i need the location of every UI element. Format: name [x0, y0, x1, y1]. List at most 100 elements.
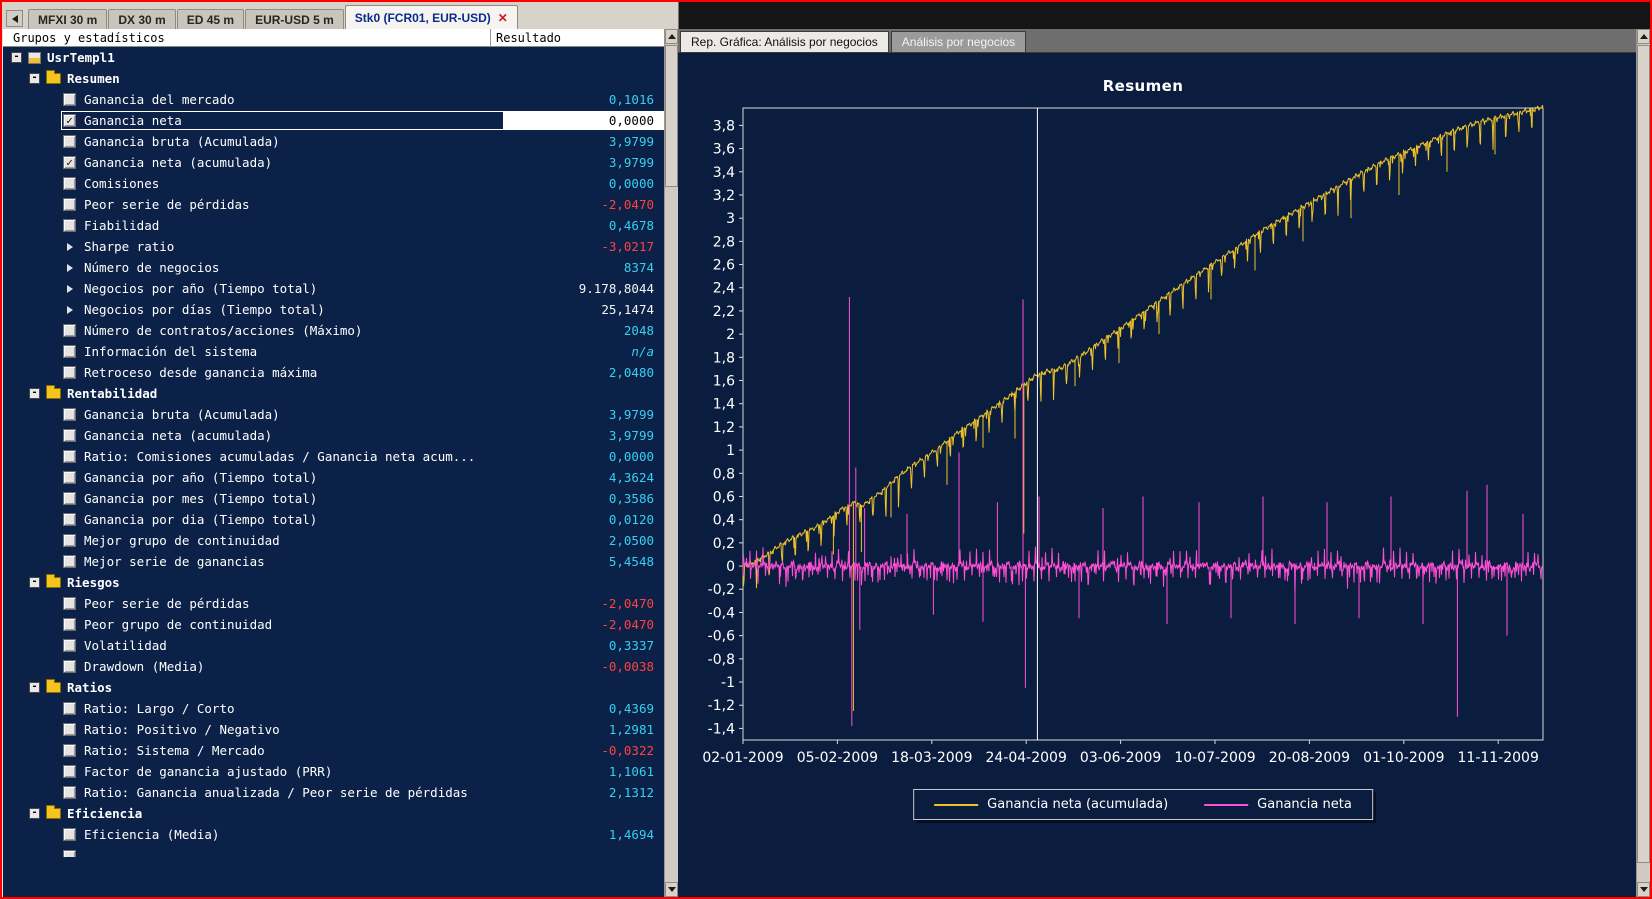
collapse-icon[interactable]: -	[29, 388, 40, 399]
stat-row-ratio-positivo-negativo[interactable]: Ratio: Positivo / Negativo1,2981	[3, 719, 664, 740]
scroll-down-button[interactable]	[1637, 882, 1650, 897]
stat-checkbox-checked[interactable]: ✓	[63, 156, 76, 169]
stat-row-partial[interactable]	[3, 845, 664, 857]
expand-arrow-icon[interactable]	[63, 264, 76, 272]
stat-checkbox[interactable]	[63, 765, 76, 778]
group-row-eficiencia[interactable]: -Eficiencia	[3, 803, 664, 824]
stat-row-n-mero-de-negocios[interactable]: Número de negocios8374	[3, 257, 664, 278]
stat-row-n-mero-de-contratos-acciones-m-ximo[interactable]: Número de contratos/acciones (Máximo)204…	[3, 320, 664, 341]
stat-row-ratio-sistema-mercado[interactable]: Ratio: Sistema / Mercado-0,0322	[3, 740, 664, 761]
group-row-ratios[interactable]: -Ratios	[3, 677, 664, 698]
stat-row-peor-serie-de-p-rdidas[interactable]: Peor serie de pérdidas-2,0470	[3, 194, 664, 215]
stat-row-peor-grupo-de-continuidad[interactable]: Peor grupo de continuidad-2,0470	[3, 614, 664, 635]
collapse-icon[interactable]: -	[29, 682, 40, 693]
stat-row-ganancia-neta-acumulada[interactable]: ✓Ganancia neta (acumulada)3,9799	[3, 152, 664, 173]
document-tab-dx-30-m[interactable]: DX 30 m	[108, 9, 175, 29]
stat-value: 5,4548	[504, 552, 664, 571]
expand-arrow-icon[interactable]	[63, 306, 76, 314]
stat-row-factor-de-ganancia-ajustado-prr[interactable]: Factor de ganancia ajustado (PRR)1,1061	[3, 761, 664, 782]
stat-row-ganancia-neta-acumulada[interactable]: Ganancia neta (acumulada)3,9799	[3, 425, 664, 446]
collapse-icon[interactable]: -	[11, 52, 22, 63]
document-tab-stk0-fcr01-eur-usd[interactable]: Stk0 (FCR01, EUR-USD)✕	[345, 5, 518, 29]
tab-scroll-left-button[interactable]	[6, 10, 23, 27]
stat-checkbox[interactable]	[63, 513, 76, 526]
stat-row-ganancia-bruta-acumulada[interactable]: Ganancia bruta (Acumulada)3,9799	[3, 131, 664, 152]
stat-row-ganancia-por-a-o-tiempo-total[interactable]: Ganancia por año (Tiempo total)4,3624	[3, 467, 664, 488]
stat-row-retroceso-desde-ganancia-m-xima[interactable]: Retroceso desde ganancia máxima2,0480	[3, 362, 664, 383]
chart-tab-rep-gr-fica-an-lisis-por-negocios[interactable]: Rep. Gráfica: Análisis por negocios	[680, 31, 889, 52]
stat-row-ganancia-bruta-acumulada[interactable]: Ganancia bruta (Acumulada)3,9799	[3, 404, 664, 425]
stat-row-fiabilidad[interactable]: Fiabilidad0,4678	[3, 215, 664, 236]
stat-checkbox[interactable]	[63, 744, 76, 757]
stat-row-ganancia-neta[interactable]: ✓Ganancia neta0,0000	[3, 110, 664, 131]
stat-row-mejor-grupo-de-continuidad[interactable]: Mejor grupo de continuidad2,0500	[3, 530, 664, 551]
chart-area[interactable]: 3,83,63,43,232,82,62,42,221,81,61,41,210…	[678, 53, 1636, 897]
group-row-resumen[interactable]: -Resumen	[3, 68, 664, 89]
stat-checkbox[interactable]	[63, 408, 76, 421]
group-row-riesgos[interactable]: -Riesgos	[3, 572, 664, 593]
stat-row-mejor-serie-de-ganancias[interactable]: Mejor serie de ganancias5,4548	[3, 551, 664, 572]
stat-checkbox[interactable]	[63, 198, 76, 211]
stat-checkbox[interactable]	[63, 597, 76, 610]
group-row-rentabilidad[interactable]: -Rentabilidad	[3, 383, 664, 404]
scroll-up-button[interactable]	[665, 29, 678, 44]
expand-arrow-icon[interactable]	[63, 285, 76, 293]
stat-row-sharpe-ratio[interactable]: Sharpe ratio-3,0217	[3, 236, 664, 257]
stat-checkbox[interactable]	[63, 850, 76, 857]
scrollbar-track[interactable]	[665, 44, 678, 882]
stat-checkbox[interactable]	[63, 639, 76, 652]
collapse-icon[interactable]: -	[29, 577, 40, 588]
stat-row-drawdown-media[interactable]: Drawdown (Media)-0,0038	[3, 656, 664, 677]
stat-checkbox[interactable]	[63, 345, 76, 358]
stat-checkbox[interactable]	[63, 660, 76, 673]
stat-row-peor-serie-de-p-rdidas[interactable]: Peor serie de pérdidas-2,0470	[3, 593, 664, 614]
stat-checkbox[interactable]	[63, 429, 76, 442]
scroll-up-button[interactable]	[1637, 29, 1650, 44]
stat-row-volatilidad[interactable]: Volatilidad0,3337	[3, 635, 664, 656]
scrollbar-thumb[interactable]	[665, 45, 678, 187]
stat-checkbox[interactable]	[63, 555, 76, 568]
stat-checkbox[interactable]	[63, 135, 76, 148]
stat-row-ganancia-del-mercado[interactable]: Ganancia del mercado0,1016	[3, 89, 664, 110]
stat-row-negocios-por-a-o-tiempo-total[interactable]: Negocios por año (Tiempo total)9.178,804…	[3, 278, 664, 299]
stat-row-comisiones[interactable]: Comisiones0,0000	[3, 173, 664, 194]
stat-checkbox[interactable]	[63, 786, 76, 799]
stat-row-informaci-n-del-sistema[interactable]: Información del sisteman/a	[3, 341, 664, 362]
stat-checkbox[interactable]	[63, 723, 76, 736]
tab-close-icon[interactable]: ✕	[498, 12, 508, 24]
stat-row-eficiencia-media[interactable]: Eficiencia (Media)1,4694	[3, 824, 664, 845]
tree-root-row[interactable]: - UsrTempl1	[3, 47, 664, 68]
stat-checkbox[interactable]	[63, 534, 76, 547]
collapse-icon[interactable]: -	[29, 73, 40, 84]
stat-checkbox[interactable]	[63, 366, 76, 379]
stat-row-ratio-comisiones-acumuladas-ganancia-neta-acum[interactable]: Ratio: Comisiones acumuladas / Ganancia …	[3, 446, 664, 467]
stat-checkbox[interactable]	[63, 471, 76, 484]
chart-tab-an-lisis-por-negocios[interactable]: Análisis por negocios	[891, 31, 1026, 52]
stat-row-ratio-ganancia-anualizada-peor-serie-de-p-rdidas[interactable]: Ratio: Ganancia anualizada / Peor serie …	[3, 782, 664, 803]
scrollbar-thumb[interactable]	[1637, 45, 1650, 863]
document-tab-mfxi-30-m[interactable]: MFXI 30 m	[28, 9, 107, 29]
stat-checkbox[interactable]	[63, 828, 76, 841]
stat-row-ganancia-por-mes-tiempo-total[interactable]: Ganancia por mes (Tiempo total)0,3586	[3, 488, 664, 509]
stat-checkbox[interactable]	[63, 177, 76, 190]
stat-checkbox[interactable]	[63, 492, 76, 505]
scroll-down-button[interactable]	[665, 882, 678, 897]
collapse-icon[interactable]: -	[29, 808, 40, 819]
document-tab-ed-45-m[interactable]: ED 45 m	[177, 9, 244, 29]
chart-plot[interactable]: 3,83,63,43,232,82,62,42,221,81,61,41,210…	[678, 53, 1636, 897]
stat-checkbox[interactable]	[63, 702, 76, 715]
stat-checkbox[interactable]	[63, 450, 76, 463]
stat-checkbox[interactable]	[63, 324, 76, 337]
stat-checkbox[interactable]	[63, 618, 76, 631]
expand-arrow-icon[interactable]	[63, 243, 76, 251]
stat-row-ganancia-por-dia-tiempo-total[interactable]: Ganancia por dia (Tiempo total)0,0120	[3, 509, 664, 530]
document-tab-eur-usd-5-m[interactable]: EUR-USD 5 m	[245, 9, 344, 29]
stat-label: Ganancia neta (acumulada)	[84, 155, 272, 170]
stat-checkbox[interactable]	[63, 93, 76, 106]
stat-checkbox[interactable]	[63, 219, 76, 232]
stat-checkbox-checked[interactable]: ✓	[63, 114, 76, 127]
y-tick-label: -0,8	[708, 652, 735, 668]
stat-row-ratio-largo-corto[interactable]: Ratio: Largo / Corto0,4369	[3, 698, 664, 719]
stat-row-negocios-por-d-as-tiempo-total[interactable]: Negocios por días (Tiempo total)25,1474	[3, 299, 664, 320]
scrollbar-track[interactable]	[1637, 44, 1650, 882]
